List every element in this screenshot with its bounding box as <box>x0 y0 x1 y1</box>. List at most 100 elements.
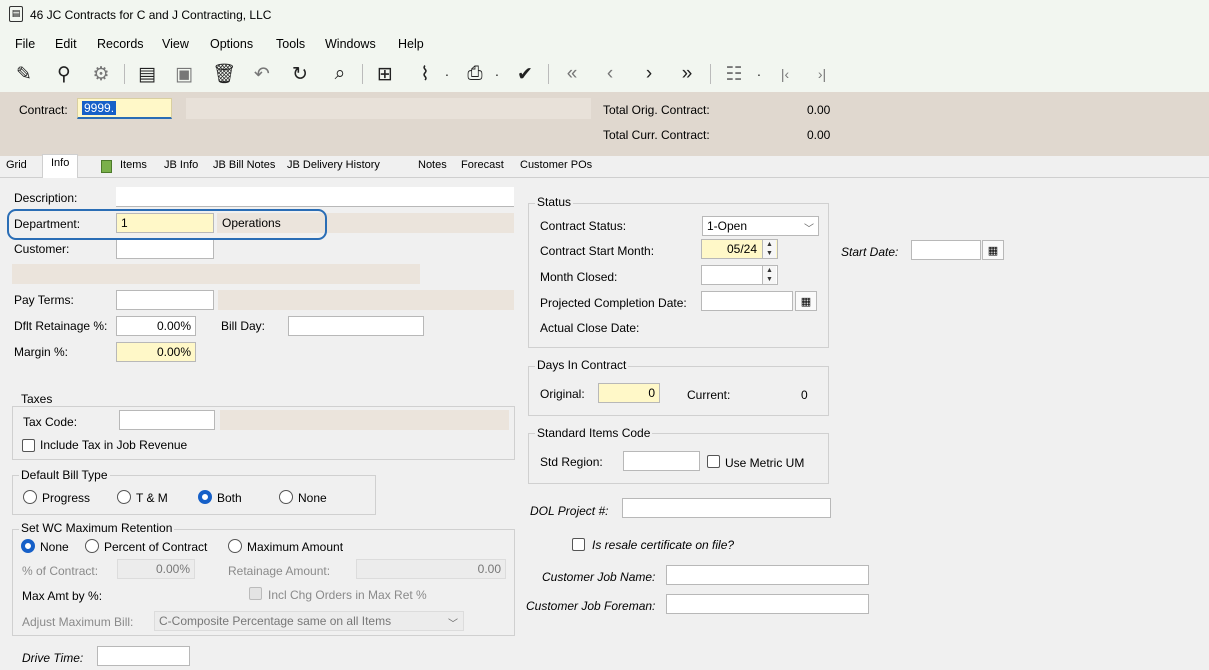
toolbar-separator <box>124 64 125 84</box>
contract-description-field[interactable] <box>186 98 591 119</box>
month-closed-spinner-icon[interactable]: ▲ ▼ <box>762 266 776 284</box>
tab-jb-info[interactable]: JB Info <box>164 159 198 171</box>
resale-certificate-checkbox[interactable] <box>572 538 585 551</box>
wc-max-amount-radio[interactable] <box>228 539 242 553</box>
layout-dropdown-icon[interactable]: · <box>752 62 766 86</box>
menu-view[interactable]: View <box>162 37 189 51</box>
start-month-spinner-icon[interactable]: ▲ ▼ <box>762 240 776 258</box>
dol-project-label: DOL Project #: <box>530 504 609 518</box>
tab-jb-delivery-history[interactable]: JB Delivery History <box>287 159 380 171</box>
search-icon[interactable]: ⌕ <box>328 62 352 86</box>
tax-code-label: Tax Code: <box>23 415 78 429</box>
bill-type-none-radio[interactable] <box>279 490 293 504</box>
std-region-label: Std Region: <box>540 455 603 469</box>
total-orig-contract-label: Total Orig. Contract: <box>603 103 710 117</box>
menu-windows[interactable]: Windows <box>325 37 376 51</box>
total-curr-contract-label: Total Curr. Contract: <box>603 128 710 142</box>
wc-none-label: None <box>40 540 69 554</box>
tab-grid[interactable]: Grid <box>6 159 27 171</box>
layout-settings-icon[interactable]: ☷ <box>722 62 746 86</box>
drive-time-input[interactable] <box>97 646 190 666</box>
dflt-retainage-input[interactable]: 0.00% <box>116 316 196 336</box>
bill-day-input[interactable] <box>288 316 424 336</box>
use-metric-checkbox[interactable] <box>707 455 720 468</box>
print-dropdown-icon[interactable]: · <box>490 62 504 86</box>
tab-notes[interactable]: Notes <box>418 159 447 171</box>
description-input[interactable] <box>116 187 514 207</box>
toolbar-separator <box>548 64 549 84</box>
first-record-icon[interactable]: « <box>560 62 584 86</box>
settings-gear-icon[interactable]: ⚙ <box>89 62 113 86</box>
adjust-max-bill-label: Adjust Maximum Bill: <box>22 615 134 629</box>
contract-status-label: Contract Status: <box>540 219 627 233</box>
delete-trash-icon[interactable]: 🗑 <box>212 62 236 86</box>
customer-job-name-input[interactable] <box>666 565 869 585</box>
include-tax-checkbox[interactable] <box>22 439 35 452</box>
customer-input[interactable] <box>116 239 214 259</box>
tab-info[interactable]: Info <box>42 154 79 178</box>
wc-none-radio[interactable] <box>21 539 35 553</box>
pay-terms-input[interactable] <box>116 290 214 310</box>
drive-time-label: Drive Time: <box>22 651 84 665</box>
bill-type-both-radio[interactable] <box>198 490 212 504</box>
menu-records[interactable]: Records <box>97 37 144 51</box>
description-label: Description: <box>14 191 78 205</box>
customer-job-foreman-input[interactable] <box>666 594 869 614</box>
projected-completion-label: Projected Completion Date: <box>540 296 687 310</box>
tab-strip: Grid Info Items JB Info JB Bill Notes JB… <box>0 154 1209 178</box>
find-binoculars-icon[interactable]: ⚲ <box>52 62 76 86</box>
dol-project-input[interactable] <box>622 498 831 518</box>
adjust-max-bill-value: C-Composite Percentage same on all Items <box>159 614 392 628</box>
spellcheck-icon[interactable]: ✔ <box>513 62 537 86</box>
toolbar: ✎ ⚲ ⚙ ▤ ▣ 🗑 ↶ ↻ ⌕ ⊞ ⌇ · ⎙ · ✔ « ‹ › » ☷ … <box>0 56 1209 92</box>
bill-type-tm-radio[interactable] <box>117 490 131 504</box>
bill-type-progress-radio[interactable] <box>23 490 37 504</box>
wc-percent-radio[interactable] <box>85 539 99 553</box>
bill-type-progress-label: Progress <box>42 491 91 505</box>
start-date-input[interactable] <box>911 240 981 260</box>
wc-max-amount-label: Maximum Amount <box>247 540 344 554</box>
contract-header: Contract: 9999. Total Orig. Contract: 0.… <box>0 92 1209 156</box>
chevron-down-icon[interactable]: ﹀ <box>804 220 814 235</box>
grid-layout-icon[interactable]: ⊞ <box>373 62 397 86</box>
month-closed-label: Month Closed: <box>540 270 618 284</box>
calendar-icon[interactable]: ▦ <box>795 291 817 311</box>
new-document-icon[interactable]: ▤ <box>135 62 159 86</box>
contract-field[interactable]: 9999. <box>77 98 172 119</box>
incl-chg-orders-label: Incl Chg Orders in Max Ret % <box>268 588 427 602</box>
refresh-icon[interactable]: ↻ <box>288 62 312 86</box>
margin-input[interactable]: 0.00% <box>116 342 196 362</box>
start-date-label: Start Date: <box>841 245 899 259</box>
toolbar-separator <box>362 64 363 84</box>
print-icon[interactable]: ⎙ <box>463 62 487 86</box>
menu-file[interactable]: File <box>15 37 35 51</box>
original-days-input[interactable]: 0 <box>598 383 660 403</box>
menu-options[interactable]: Options <box>210 37 253 51</box>
customer-job-name-label: Customer Job Name: <box>542 570 656 584</box>
menu-edit[interactable]: Edit <box>55 37 77 51</box>
projected-completion-input[interactable] <box>701 291 793 311</box>
save-icon[interactable]: ▣ <box>172 62 196 86</box>
std-region-input[interactable] <box>623 451 700 471</box>
next-record-icon[interactable]: › <box>637 62 661 86</box>
menu-help[interactable]: Help <box>398 37 424 51</box>
tab-jb-bill-notes[interactable]: JB Bill Notes <box>213 159 275 171</box>
undo-icon[interactable]: ↶ <box>250 62 274 86</box>
bill-day-label: Bill Day: <box>221 319 266 333</box>
calendar-icon[interactable]: ▦ <box>982 240 1004 260</box>
attachment-dropdown-icon[interactable]: · <box>440 62 454 86</box>
previous-record-icon[interactable]: ‹ <box>598 62 622 86</box>
tax-code-input[interactable] <box>119 410 215 430</box>
edit-record-icon[interactable]: ✎ <box>12 62 36 86</box>
tab-forecast[interactable]: Forecast <box>461 159 504 171</box>
go-last-icon[interactable]: ›| <box>812 62 832 86</box>
tab-customer-pos[interactable]: Customer POs <box>520 159 592 171</box>
go-first-icon[interactable]: |‹ <box>775 62 795 86</box>
pct-contract-label: % of Contract: <box>22 564 99 578</box>
tab-items[interactable]: Items <box>120 159 147 171</box>
last-record-icon[interactable]: » <box>675 62 699 86</box>
menu-tools[interactable]: Tools <box>276 37 305 51</box>
attachment-paperclip-icon[interactable]: ⌇ <box>413 62 437 86</box>
wc-max-retention-title: Set WC Maximum Retention <box>19 521 175 535</box>
contract-status-select[interactable]: 1-Open <box>702 216 819 236</box>
